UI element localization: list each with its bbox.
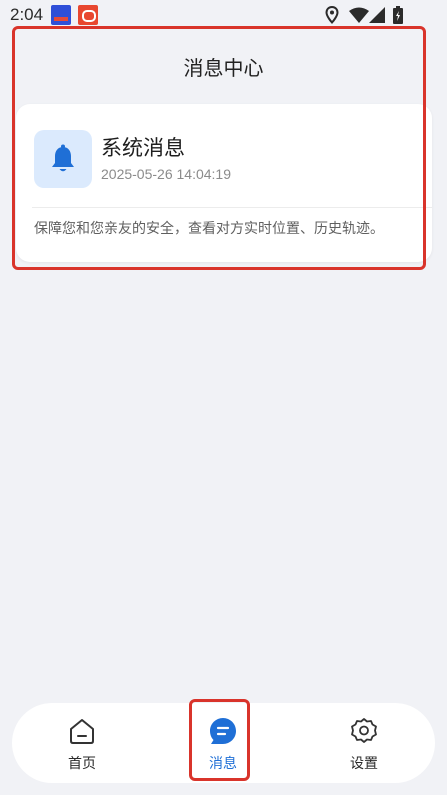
nav-item-settings[interactable]: 设置	[324, 703, 404, 783]
nav-item-messages[interactable]: 消息	[183, 703, 263, 783]
status-time: 2:04	[10, 5, 44, 24]
bell-icon	[52, 144, 74, 172]
app-notification-icon	[78, 5, 98, 25]
nav-label-messages: 消息	[209, 756, 237, 772]
message-icon	[210, 718, 236, 744]
message-card[interactable]: 系统消息 2025-05-26 14:04:19 保障您和您亲友的安全，查看对方…	[16, 104, 432, 262]
nav-item-home[interactable]: 首页	[42, 703, 122, 783]
nav-label-home: 首页	[68, 756, 96, 772]
home-icon	[70, 719, 94, 744]
divider	[32, 207, 432, 208]
wifi-icon	[349, 7, 369, 23]
nav-label-settings: 设置	[350, 756, 378, 772]
signal-icon	[369, 7, 385, 23]
location-icon	[325, 6, 339, 24]
message-title: 系统消息	[101, 136, 185, 160]
app-notification-icon	[51, 5, 71, 25]
bottom-nav: 首页 消息 设置	[12, 703, 435, 783]
status-icons	[325, 6, 415, 24]
status-bar: 2:04	[0, 0, 447, 28]
message-body: 保障您和您亲友的安全，查看对方实时位置、历史轨迹。	[34, 221, 384, 237]
page-title: 消息中心	[183, 56, 264, 80]
gear-icon	[351, 718, 377, 743]
message-timestamp: 2025-05-26 14:04:19	[101, 166, 231, 182]
bell-icon-container	[34, 130, 92, 188]
battery-icon	[393, 6, 403, 24]
